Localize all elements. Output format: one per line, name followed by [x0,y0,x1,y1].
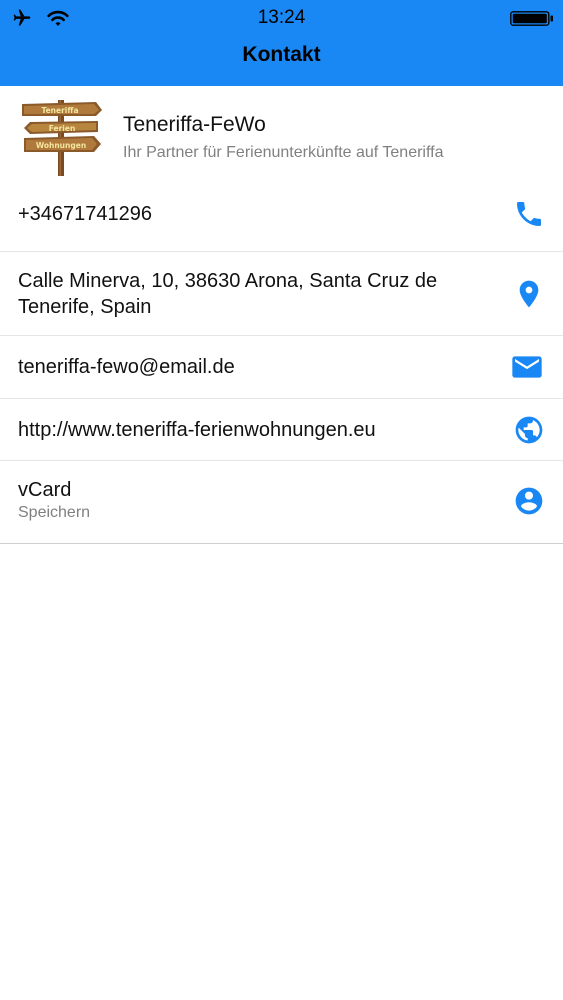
status-time: 13:24 [257,7,306,28]
location-pin-icon [519,280,539,308]
email-address: teneriffa-fewo@email.de [18,356,235,378]
company-name: Teneriffa-FeWo [123,113,266,136]
address-row[interactable]: Calle Minerva, 10, 38630 Arona, Santa Cr… [0,251,563,335]
vcard-title: vCard [18,479,72,501]
list-bottom-divider [0,543,563,544]
status-bar: 13:24 [0,0,563,36]
battery-icon [510,11,553,26]
logo-text-3: Wohnungen [36,141,86,150]
account-circle-icon [515,487,543,515]
address-text: Calle Minerva, 10, 38630 Arona, Santa Cr… [18,268,437,320]
contact-list: Teneriffa Ferien Wohnungen Teneriffa-FeW… [0,86,563,542]
address-line-1: Calle Minerva, 10, 38630 Arona, Santa Cr… [18,270,438,292]
address-line-2: Tenerife, Spain [18,296,152,318]
globe-icon [515,416,543,444]
header: 13:24 Kontakt [0,0,563,86]
website-row[interactable]: http://www.teneriffa-ferienwohnungen.eu [0,398,563,460]
email-row[interactable]: teneriffa-fewo@email.de [0,335,563,398]
vcard-text: vCard Speichern [18,477,90,523]
phone-icon [517,202,541,226]
logo-text-2: Ferien [49,124,76,133]
company-header: Teneriffa Ferien Wohnungen Teneriffa-FeW… [0,86,563,180]
company-tagline: Ihr Partner für Ferienunterkünfte auf Te… [123,144,444,161]
mail-icon [512,356,542,378]
phone-number: +34671741296 [18,203,153,225]
phone-row[interactable]: +34671741296 [0,180,563,251]
website-url: http://www.teneriffa-ferienwohnungen.eu [18,419,376,441]
company-logo: Teneriffa Ferien Wohnungen [22,100,102,176]
page-title: Kontakt [242,43,321,66]
logo-text-1: Teneriffa [41,106,78,115]
vcard-subtitle: Speichern [18,504,91,521]
vcard-row[interactable]: vCard Speichern [0,460,563,542]
